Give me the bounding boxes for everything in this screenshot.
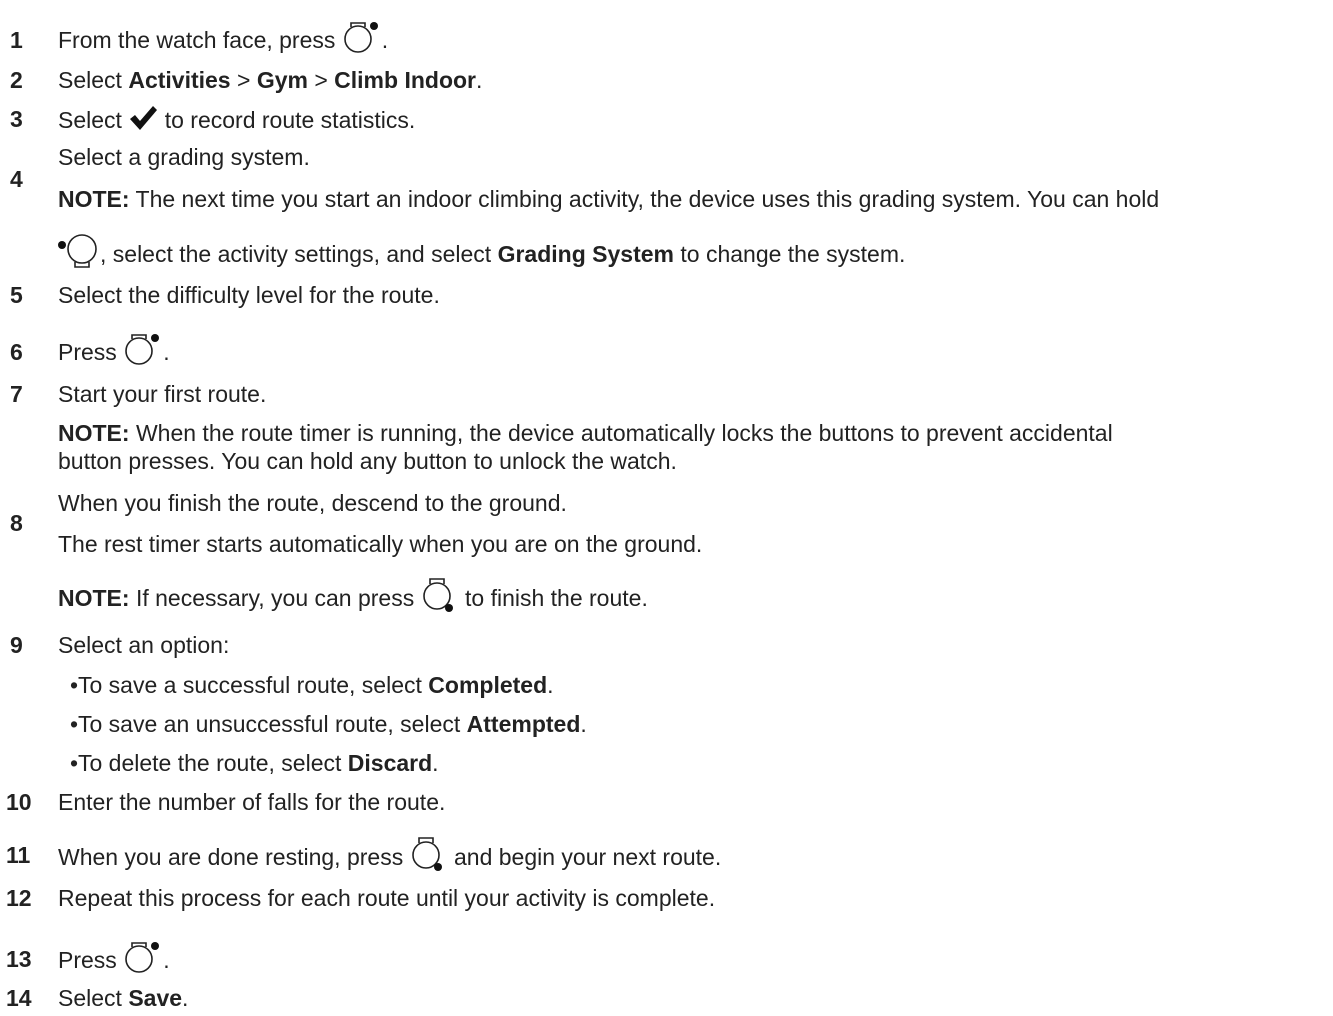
step-10-text: Enter the number of falls for the route.	[58, 789, 446, 815]
option-discard: To delete the route, select Discard.	[78, 748, 439, 778]
step-8-text: When you finish the route, descend to th…	[58, 490, 567, 516]
bullet: •	[70, 750, 79, 776]
step-13-text: Press .	[58, 940, 170, 975]
step-14-text: Select Save.	[58, 983, 188, 1013]
step-11-text-part: and begin your next route.	[447, 844, 722, 870]
step-5-text: Select the difficulty level for the rout…	[58, 282, 440, 308]
step-4-note-line2: , select the activity settings, and sele…	[58, 232, 905, 269]
step-3-text-part: Select	[58, 107, 129, 133]
step-12-text: Repeat this process for each route until…	[58, 885, 716, 911]
note-label: NOTE:	[58, 585, 130, 611]
note-text: If necessary, you can press	[129, 585, 421, 611]
step-8-note: NOTE: If necessary, you can press to fin…	[58, 576, 648, 613]
step-2-text-part: Select	[58, 67, 129, 93]
step-3-text: Select to record route statistics.	[58, 104, 415, 135]
bullet: •	[70, 711, 79, 737]
note-label: NOTE:	[58, 186, 130, 212]
note-text: When the route timer is running, the dev…	[129, 420, 1113, 446]
watch-button-bottom-right-icon	[411, 837, 442, 871]
step-number: 5	[10, 282, 23, 308]
option-text: .	[580, 711, 587, 737]
step-4-note: NOTE: The next time you start an indoor …	[58, 184, 1159, 214]
step-14-text-part: .	[182, 985, 189, 1011]
step-7-note: NOTE: When the route timer is running, t…	[58, 418, 1113, 448]
step-7-note-line2: button presses. You can hold any button …	[58, 448, 677, 474]
step-7-text: Start your first route.	[58, 381, 267, 407]
step-11-text-part: When you are done resting, press	[58, 844, 410, 870]
grading-system-label: Grading System	[497, 241, 674, 267]
step-number: 11	[6, 842, 31, 868]
watch-button-top-right-icon	[125, 334, 160, 365]
discard-label: Discard	[347, 750, 433, 776]
step-number: 7	[10, 381, 23, 407]
option-text: .	[432, 750, 439, 776]
step-6-text: Press .	[58, 332, 170, 367]
step-number: 6	[10, 339, 23, 365]
step-number: 9	[10, 632, 23, 658]
note-text: The next time you start an indoor climbi…	[129, 186, 1160, 212]
step-2-separator: >	[307, 67, 335, 93]
bullet: •	[70, 672, 79, 698]
step-6-text-part: .	[163, 339, 170, 365]
note-text: to change the system.	[673, 241, 906, 267]
option-text: To save an unsuccessful route, select	[78, 711, 467, 737]
step-4-text: Select a grading system.	[58, 144, 310, 170]
option-text: To save a successful route, select	[78, 672, 429, 698]
climb-indoor-label: Climb Indoor	[334, 67, 476, 93]
step-2-text: Select Activities > Gym > Climb Indoor.	[58, 65, 482, 95]
step-number: 13	[6, 946, 32, 972]
watch-button-left-icon	[58, 234, 97, 268]
activities-label: Activities	[128, 67, 231, 93]
step-6-text-part: Press	[58, 339, 124, 365]
watch-button-bottom-right-icon	[422, 578, 453, 612]
attempted-label: Attempted	[466, 711, 581, 737]
watch-button-top-right-icon	[343, 22, 378, 53]
option-text: To delete the route, select	[78, 750, 348, 776]
step-number: 14	[6, 985, 32, 1011]
step-1-text: From the watch face, press .	[58, 20, 388, 55]
step-2-text-part: .	[476, 67, 483, 93]
step-number: 1	[10, 27, 23, 53]
note-text: , select the activity settings, and sele…	[100, 241, 498, 267]
note-text: to finish the route.	[458, 585, 648, 611]
step-1-text-before: From the watch face, press	[58, 27, 342, 53]
step-number: 2	[10, 67, 23, 93]
step-9-text: Select an option:	[58, 632, 230, 658]
checkmark-icon	[130, 106, 158, 130]
option-attempted: To save an unsuccessful route, select At…	[78, 709, 587, 739]
step-number: 3	[10, 106, 23, 132]
note-label: NOTE:	[58, 420, 130, 446]
gym-label: Gym	[256, 67, 308, 93]
option-completed: To save a successful route, select Compl…	[78, 670, 554, 700]
step-14-text-part: Select	[58, 985, 129, 1011]
option-text: .	[547, 672, 554, 698]
step-1-text-after: .	[381, 27, 389, 53]
save-label: Save	[128, 985, 183, 1011]
step-number: 8	[10, 510, 23, 536]
step-8-text2: The rest timer starts automatically when…	[58, 531, 703, 557]
watch-button-top-right-icon	[125, 942, 160, 973]
step-number: 10	[6, 789, 32, 815]
step-number: 12	[6, 885, 32, 911]
step-number: 4	[10, 166, 23, 192]
step-13-text-part: .	[163, 947, 170, 973]
step-11-text: When you are done resting, press and beg…	[58, 835, 721, 872]
step-13-text-part: Press	[58, 947, 124, 973]
step-3-text-part: to record route statistics.	[158, 107, 416, 133]
step-2-separator: >	[230, 67, 257, 93]
completed-label: Completed	[428, 672, 548, 698]
